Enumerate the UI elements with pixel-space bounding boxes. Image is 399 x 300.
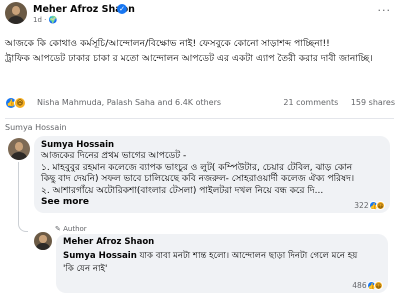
commenter-avatar[interactable]	[8, 138, 30, 160]
post-text: আজকে কি কোথাও কর্মসূচি/আন্দোলন/বিক্ষোভ ন…	[5, 36, 393, 66]
haha-icon: 😆	[376, 201, 385, 210]
comment-author-name[interactable]: Sumya Hossain	[41, 140, 114, 150]
reply-author-avatar[interactable]	[34, 232, 52, 250]
haha-icon: 😆	[374, 281, 383, 290]
comment-reaction-total: 322	[354, 200, 369, 210]
reaction-icons[interactable]: 👍 😆	[5, 97, 35, 110]
post-header: Meher Afroz Shaon ✓ 1d · 🌍 ···	[0, 0, 399, 30]
comment-line: কিছু বাদ দেয়নি) সফল ভাবে চালিয়েছে কবি …	[41, 174, 355, 185]
comment-reaction-count[interactable]: 322 👍😆	[354, 200, 385, 210]
mention-link[interactable]: Sumya Hossain	[63, 251, 137, 261]
reactors-summary[interactable]: Nisha Mahmuda, Palash Saha and 6.4K othe…	[37, 98, 221, 107]
engagement-counts: 21 comments 159 shares	[273, 98, 395, 107]
post-text-line: ট্রাফিক আপডেট ঢাকার চাকা র মতো আন্দোলন আ…	[5, 53, 373, 64]
author-badge-label: Author	[63, 225, 87, 233]
reply-line-rest: যাক বাবা মনটা শান্ত হলো। আন্দোলন ছাড়া দ…	[136, 251, 358, 261]
reply-thread-line	[18, 162, 28, 232]
divider	[5, 118, 394, 119]
comment-line: আজকের দিনের প্রথম ভাগের আপডেট -	[41, 151, 187, 161]
comment-line: ১. মাহবুবুর রহমান কলেজে ব্যাপক ভাংচুর ও …	[41, 162, 353, 173]
reply-line: 'কি যেন নাই'	[63, 263, 108, 274]
shares-count[interactable]: 159 shares	[351, 98, 395, 107]
reply-text: Sumya Hossain যাক বাবা মনটা শান্ত হলো। আ…	[63, 250, 383, 275]
reply-reaction-count[interactable]: 486 👍😆	[352, 280, 383, 290]
reply-line: Sumya Hossain যাক বাবা মনটা শান্ত হলো। আ…	[63, 250, 383, 263]
author-badge: ✎ Author	[55, 225, 87, 233]
comment-bubble: Sumya Hossain আজকের দিনের প্রথম ভাগের আপ…	[34, 136, 390, 213]
see-more-link[interactable]: See more	[41, 197, 385, 209]
comments-count[interactable]: 21 comments	[283, 98, 338, 107]
reactions-bar: 👍 😆 Nisha Mahmuda, Palash Saha and 6.4K …	[5, 97, 395, 111]
verified-badge-icon: ✓	[117, 4, 127, 14]
author-avatar[interactable]	[5, 2, 27, 24]
reply-author-name[interactable]: Meher Afroz Shaon	[63, 237, 154, 247]
comment-line: ২. আশারগাঁয়ে অটোরিকশা(বাংলার টেসলা) পাই…	[41, 185, 324, 196]
comment-text: আজকের দিনের প্রথম ভাগের আপডেট - ১. মাহবু…	[41, 151, 385, 209]
more-options-icon[interactable]: ···	[378, 4, 392, 17]
haha-icon: 😆	[14, 97, 26, 109]
reply-bubble: Meher Afroz Shaon Sumya Hossain যাক বাবা…	[56, 234, 388, 293]
commenter-caption: Sumya Hossain	[5, 123, 67, 132]
post-meta[interactable]: 1d · 🌍	[33, 16, 57, 24]
reply-reaction-total: 486	[352, 280, 367, 290]
pen-icon: ✎	[55, 225, 61, 233]
post-text-line: আজকে কি কোথাও কর্মসূচি/আন্দোলন/বিক্ষোভ ন…	[5, 38, 330, 49]
